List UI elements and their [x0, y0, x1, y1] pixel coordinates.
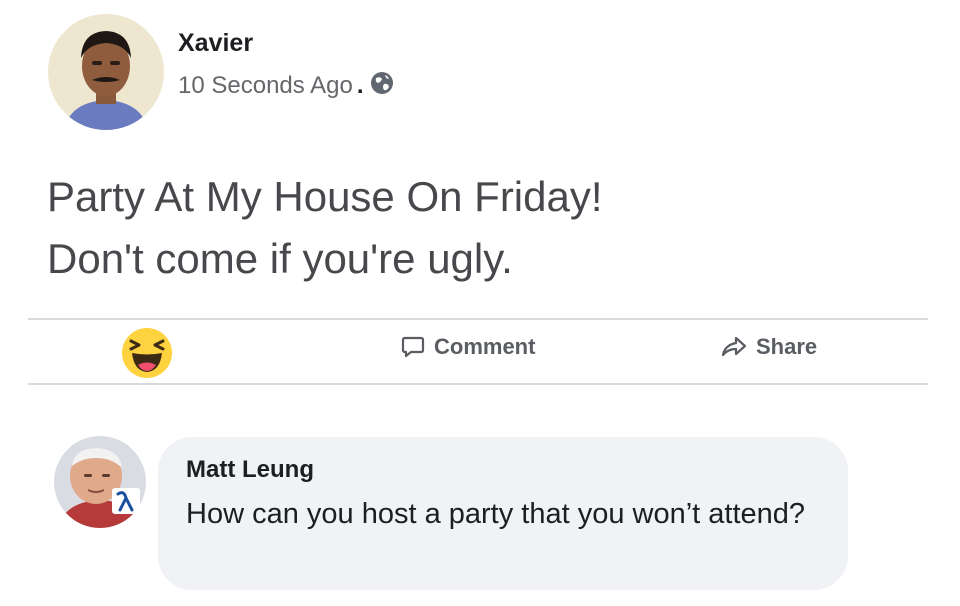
haha-emoji-icon[interactable] — [120, 326, 174, 380]
action-bar: Comment Share — [28, 320, 928, 383]
comment-button[interactable]: Comment — [400, 334, 535, 360]
comment-icon — [401, 336, 425, 358]
post-timestamp[interactable]: 10 Seconds Ago — [178, 72, 353, 100]
author-block: Xavier 10 Seconds Ago . — [178, 28, 395, 103]
share-button[interactable]: Share — [720, 334, 817, 360]
share-label: Share — [756, 334, 818, 359]
post-meta: 10 Seconds Ago . — [178, 70, 395, 103]
share-icon — [721, 336, 747, 357]
comment-label: Comment — [434, 334, 536, 359]
comment-bubble: Matt Leung How can you host a party that… — [158, 437, 848, 590]
author-name[interactable]: Xavier — [178, 28, 395, 58]
commenter-avatar[interactable] — [54, 436, 146, 528]
post-text-line: Don't come if you're ugly. — [47, 235, 513, 282]
author-avatar[interactable] — [48, 14, 164, 130]
globe-icon — [369, 70, 395, 103]
comment-text: How can you host a party that you won’t … — [186, 498, 806, 530]
post-text-line: Party At My House On Friday! — [47, 173, 603, 220]
post-header: Xavier 10 Seconds Ago . — [48, 14, 395, 130]
comment-author[interactable]: Matt Leung — [186, 455, 820, 485]
meta-separator: . — [356, 72, 364, 99]
post-body: Party At My House On Friday! Don't come … — [47, 166, 603, 290]
divider — [28, 383, 928, 385]
